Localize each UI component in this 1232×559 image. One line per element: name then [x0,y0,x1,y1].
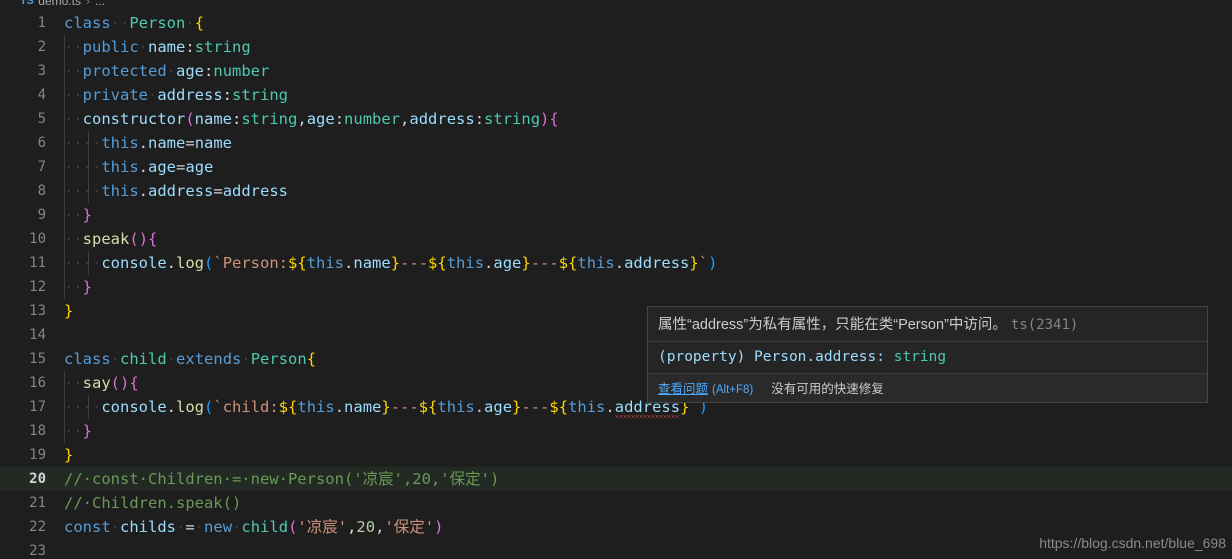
line-number: 1 [37,15,46,31]
line-number: 9 [37,207,46,223]
line-content[interactable]: ··} [46,203,92,227]
line-number: 11 [29,255,46,271]
line-number: 10 [29,231,46,247]
code-line[interactable]: 4 ··private·address:string [0,83,1232,107]
line-number: 8 [37,183,46,199]
typescript-file-icon: TS [20,0,34,7]
line-content[interactable]: ····console.log(`child:${this.name}---${… [46,395,708,419]
line-content[interactable]: ····this.age=age [46,155,213,179]
code-editor-area[interactable]: 1 class··Person·{ 2 ··public·name:string 3… [0,11,1232,559]
watermark: https://blog.csdn.net/blue_698 [1039,535,1226,551]
line-number: 15 [29,351,46,367]
line-content[interactable]: } [46,443,73,467]
line-content[interactable]: class·child·extends·Person{ [46,347,316,371]
line-number: 13 [29,303,46,319]
view-problem-shortcut: (Alt+F8) [712,384,754,396]
code-line-active[interactable]: 20//·const·Children·=·new·Person('凉宸',20… [0,467,1232,491]
no-quick-fix-text: 没有可用的快速修复 [771,382,884,396]
line-number: 7 [37,159,46,175]
line-number: 3 [37,63,46,79]
line-number: 6 [37,135,46,151]
tooltip-signature-type: string [893,349,947,365]
line-content[interactable]: ··private·address:string [46,83,288,107]
view-problem-link[interactable]: 查看问题 [658,378,708,397]
code-line[interactable]: 1 class··Person·{ [0,11,1232,35]
code-line[interactable]: 12 ··} [0,275,1232,299]
tooltip-error-message: 属性“address”为私有属性，只能在类“Person”中访问。 ts(234… [648,307,1207,342]
breadcrumb-separator-icon: › [85,0,90,8]
code-line[interactable]: 19} [0,443,1232,467]
tooltip-signature-prefix: (property) [658,349,755,365]
tooltip-error-code: ts(2341) [1010,317,1079,333]
line-content[interactable]: //·Children.speak() [46,491,241,515]
line-content[interactable]: ··constructor(name:string,age:number,add… [46,107,559,131]
line-number: 4 [37,87,46,103]
line-number: 5 [37,111,46,127]
code-line[interactable]: 7 ····this.age=age [0,155,1232,179]
code-line[interactable]: 21//·Children.speak() [0,491,1232,515]
tooltip-message-text: 属性“address”为私有属性，只能在类“Person”中访问。 [658,317,1007,333]
line-content[interactable]: } [46,299,73,323]
tooltip-signature: (property) Person.address: string [648,342,1207,374]
line-content[interactable]: ····this.address=address [46,179,288,203]
code-line[interactable]: 10 ··speak(){ [0,227,1232,251]
line-number: 23 [29,543,46,559]
line-number: 2 [37,39,46,55]
line-content[interactable]: ····console.log(`Person:${this.name}---$… [46,251,717,275]
line-content[interactable]: ··say(){ [46,371,139,395]
line-content[interactable]: const·childs·=·new·child('凉宸',20,'保定') [46,515,443,539]
line-content[interactable]: ··} [46,275,92,299]
code-line[interactable]: 9 ··} [0,203,1232,227]
code-line[interactable]: 11 ····console.log(`Person:${this.name}--… [0,251,1232,275]
line-number: 12 [29,279,46,295]
line-content[interactable]: ··public·name:string [46,35,251,59]
line-number: 21 [29,495,46,511]
line-number: 20 [29,471,46,487]
line-number: 16 [29,375,46,391]
code-line[interactable]: 8 ····this.address=address [0,179,1232,203]
breadcrumb-file-name[interactable]: demo.ts [38,0,81,8]
code-line[interactable]: 3 ··protected·age:number [0,59,1232,83]
code-line[interactable]: 6 ····this.name=name [0,131,1232,155]
hover-tooltip[interactable]: 属性“address”为私有属性，只能在类“Person”中访问。 ts(234… [647,306,1208,403]
line-content[interactable]: class··Person·{ [46,11,204,35]
line-number: 22 [29,519,46,535]
line-content[interactable]: ··} [46,419,92,443]
code-line[interactable]: 5 ··constructor(name:string,age:number,ad… [0,107,1232,131]
code-line[interactable]: 18 ··} [0,419,1232,443]
line-number: 14 [29,327,46,343]
line-content[interactable]: ··protected·age:number [46,59,269,83]
line-content[interactable]: ····this.name=name [46,131,232,155]
breadcrumb-symbol-dots[interactable]: ... [95,0,105,8]
line-number: 18 [29,423,46,439]
line-content[interactable]: //·const·Children·=·new·Person('凉宸',20,'… [46,467,499,491]
line-number: 19 [29,447,46,463]
tooltip-signature-name: Person.address: [754,349,894,365]
line-content[interactable]: ··speak(){ [46,227,157,251]
vscode-editor-window: TS demo.ts › ... 1 class··Person·{ 2 ··pub… [0,0,1232,559]
line-number: 17 [29,399,46,415]
tooltip-actions[interactable]: 查看问题 (Alt+F8) 没有可用的快速修复 [648,374,1207,402]
code-line[interactable]: 2 ··public·name:string [0,35,1232,59]
